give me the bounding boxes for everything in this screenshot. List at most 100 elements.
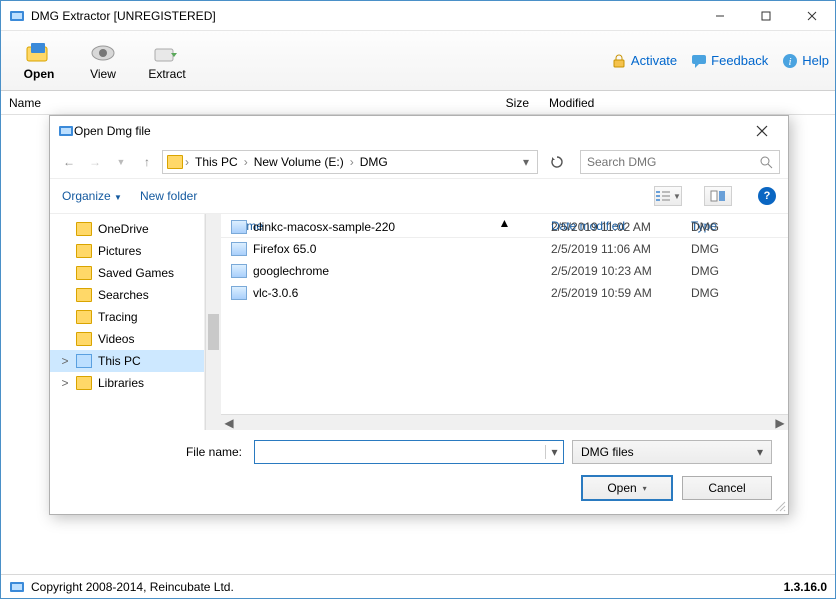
file-name: clinkc-macosx-sample-220 [253, 220, 395, 234]
search-input[interactable] [587, 155, 760, 169]
dialog-toolbar: Organize ▼ New folder ▼ ? [50, 178, 788, 214]
organize-label: Organize [62, 189, 111, 203]
nav-forward-button[interactable]: → [84, 151, 106, 173]
tree-item-saved-games[interactable]: Saved Games [50, 262, 204, 284]
tree-item-onedrive[interactable]: OneDrive [50, 218, 204, 240]
col-size[interactable]: Size [469, 96, 549, 110]
view-mode-button[interactable]: ▼ [654, 186, 682, 206]
nav-up-button[interactable]: ↑ [136, 151, 158, 173]
tree-item-label: This PC [98, 354, 141, 368]
tree-scrollbar[interactable] [205, 214, 221, 430]
minimize-button[interactable] [697, 1, 743, 31]
new-folder-button[interactable]: New folder [140, 189, 197, 203]
folder-icon [76, 288, 92, 302]
feedback-label: Feedback [711, 53, 768, 68]
filetype-combo[interactable]: DMG files ▾ [572, 440, 772, 464]
preview-pane-button[interactable] [704, 186, 732, 206]
main-column-headers: Name Size Modified [1, 91, 835, 115]
scroll-left-icon[interactable]: ◀ [221, 416, 237, 430]
folder-icon [76, 332, 92, 346]
dialog-nav: ← → ▼ ↑ › This PC › New Volume (E:) › DM… [50, 146, 788, 178]
chevron-down-icon: ▼ [114, 193, 122, 202]
tree-item-tracing[interactable]: Tracing [50, 306, 204, 328]
file-date: 2/5/2019 10:59 AM [551, 286, 691, 300]
file-type: DMG [691, 242, 788, 256]
folder-icon [167, 155, 183, 169]
file-row[interactable]: vlc-3.0.62/5/2019 10:59 AMDMG [221, 282, 788, 304]
svg-text:i: i [789, 56, 792, 68]
file-name: Firefox 65.0 [253, 242, 316, 256]
close-button[interactable] [789, 1, 835, 31]
folder-icon [76, 376, 92, 390]
window-title: DMG Extractor [UNREGISTERED] [31, 9, 697, 23]
dialog-close-button[interactable] [744, 118, 780, 144]
resize-grip-icon[interactable] [774, 500, 786, 512]
open-button[interactable]: Open [7, 41, 71, 81]
maximize-button[interactable] [743, 1, 789, 31]
file-date: 2/5/2019 11:02 AM [551, 220, 691, 234]
cloud-icon [76, 222, 92, 236]
crumb-this-pc[interactable]: This PC [191, 155, 242, 169]
file-list: Name Date modified Type ▲ clinkc-macosx-… [221, 214, 788, 430]
filename-input[interactable] [255, 445, 545, 459]
tree-item-label: Libraries [98, 376, 144, 390]
chevron-right-icon: › [348, 155, 356, 169]
crumb-dmg[interactable]: DMG [356, 155, 392, 169]
feedback-link[interactable]: Feedback [691, 53, 768, 69]
titlebar: DMG Extractor [UNREGISTERED] [1, 1, 835, 31]
scroll-right-icon[interactable]: ▶ [772, 416, 788, 430]
view-button[interactable]: View [71, 41, 135, 81]
activate-label: Activate [631, 53, 677, 68]
col-modified[interactable]: Modified [549, 96, 669, 110]
help-icon: i [782, 53, 798, 69]
dialog-icon [58, 123, 74, 139]
file-row[interactable]: Firefox 65.02/5/2019 11:06 AMDMG [221, 238, 788, 260]
chevron-down-icon[interactable]: ▼ [110, 151, 132, 173]
dialog-open-button[interactable]: Open ▾ [582, 476, 672, 500]
help-button[interactable]: ? [758, 187, 776, 205]
crumb-volume[interactable]: New Volume (E:) [250, 155, 348, 169]
breadcrumb[interactable]: › This PC › New Volume (E:) › DMG ▾ [162, 150, 538, 174]
tree-item-libraries[interactable]: > Libraries [50, 372, 204, 394]
search-field[interactable] [580, 150, 780, 174]
dialog-cancel-button[interactable]: Cancel [682, 476, 772, 500]
chevron-right-icon: › [183, 155, 191, 169]
filename-combo[interactable]: ▾ [254, 440, 564, 464]
chevron-down-icon[interactable]: ▾ [545, 445, 563, 459]
version-text: 1.3.16.0 [784, 580, 827, 594]
app-icon [9, 579, 25, 595]
expand-icon[interactable]: > [60, 354, 70, 368]
breadcrumb-dropdown[interactable]: ▾ [519, 155, 533, 169]
extract-icon [153, 41, 181, 65]
file-row[interactable]: googlechrome2/5/2019 10:23 AMDMG [221, 260, 788, 282]
expand-icon[interactable]: > [60, 376, 70, 390]
folder-tree[interactable]: OneDrive Pictures Saved Games SearchesTraci… [50, 214, 205, 430]
nav-back-button[interactable]: ← [58, 151, 80, 173]
folder-icon [76, 266, 92, 280]
main-body: Open Dmg file ← → ▼ ↑ › This PC › New Vo… [1, 115, 835, 574]
lock-icon [611, 53, 627, 69]
file-row[interactable]: clinkc-macosx-sample-220 2/5/2019 11:02 A… [221, 216, 788, 238]
organize-menu[interactable]: Organize ▼ [62, 189, 122, 203]
tree-item-label: Saved Games [98, 266, 174, 280]
tree-item-pictures[interactable]: Pictures [50, 240, 204, 262]
filename-label: File name: [66, 445, 246, 459]
col-name[interactable]: Name [9, 96, 469, 110]
dmg-file-icon [231, 242, 247, 256]
activate-link[interactable]: Activate [611, 53, 677, 69]
dialog-title: Open Dmg file [74, 124, 744, 138]
tree-item-videos[interactable]: Videos [50, 328, 204, 350]
view-icon [89, 41, 117, 65]
tree-item-label: Pictures [98, 244, 141, 258]
refresh-button[interactable] [546, 151, 568, 173]
help-link[interactable]: i Help [782, 53, 829, 69]
file-name: googlechrome [253, 264, 329, 278]
extract-button[interactable]: Extract [135, 41, 199, 81]
open-label: Open [24, 67, 55, 81]
extract-label: Extract [148, 67, 185, 81]
file-type: DMG [691, 220, 788, 234]
tree-item-searches[interactable]: Searches [50, 284, 204, 306]
folder-icon [76, 244, 92, 258]
file-list-hscroll[interactable]: ◀ ▶ [221, 414, 788, 430]
tree-item-this-pc[interactable]: > This PC [50, 350, 204, 372]
